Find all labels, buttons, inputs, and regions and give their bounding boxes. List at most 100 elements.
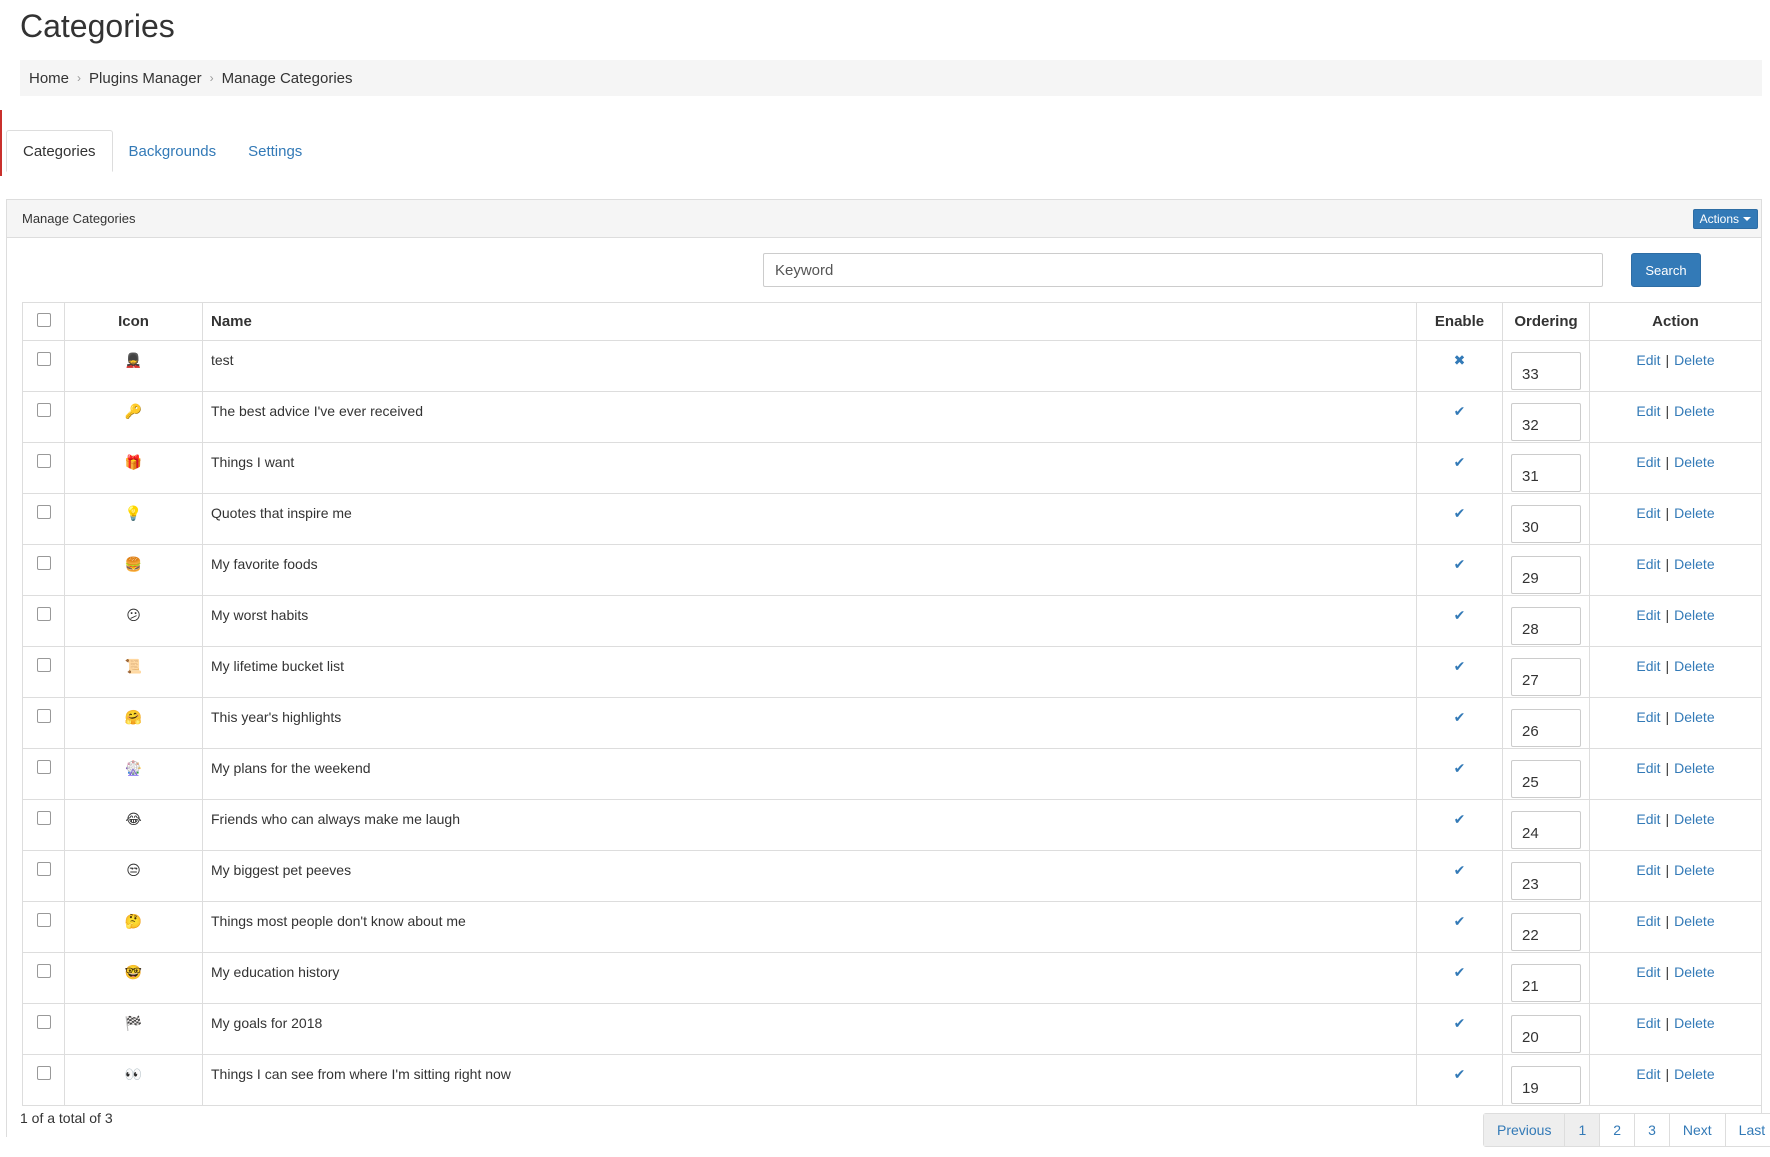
ordering-input[interactable] [1511, 505, 1581, 543]
tab-backgrounds[interactable]: Backgrounds [113, 130, 233, 172]
check-icon[interactable]: ✔ [1454, 658, 1466, 674]
delete-link[interactable]: Delete [1674, 862, 1714, 878]
delete-link[interactable]: Delete [1674, 760, 1714, 776]
ordering-input[interactable] [1511, 454, 1581, 492]
row-icon-cell: 😂 [64, 799, 203, 851]
delete-link[interactable]: Delete [1674, 913, 1714, 929]
row-ordering-cell [1502, 799, 1590, 851]
edit-link[interactable]: Edit [1636, 454, 1660, 470]
edit-link[interactable]: Edit [1636, 352, 1660, 368]
check-icon[interactable]: ✔ [1454, 964, 1466, 980]
delete-link[interactable]: Delete [1674, 709, 1714, 725]
ordering-input[interactable] [1511, 403, 1581, 441]
row-checkbox[interactable] [36, 1015, 51, 1029]
actions-dropdown-button[interactable]: Actions [1692, 208, 1758, 229]
tab-settings[interactable]: Settings [232, 130, 318, 172]
edit-link[interactable]: Edit [1636, 607, 1660, 623]
ordering-input[interactable] [1511, 709, 1581, 747]
check-icon[interactable]: ✔ [1454, 1066, 1466, 1082]
check-icon[interactable]: ✔ [1454, 454, 1466, 470]
edit-link[interactable]: Edit [1636, 1015, 1660, 1031]
row-checkbox[interactable] [36, 607, 51, 621]
check-icon[interactable]: ✔ [1454, 811, 1466, 827]
edit-link[interactable]: Edit [1636, 1066, 1660, 1082]
ordering-input[interactable] [1511, 913, 1581, 951]
check-icon[interactable]: ✔ [1454, 556, 1466, 572]
ordering-input[interactable] [1511, 811, 1581, 849]
pagination-next[interactable]: Next [1669, 1114, 1726, 1146]
search-button[interactable]: Search [1631, 253, 1701, 287]
delete-link[interactable]: Delete [1674, 658, 1714, 674]
row-name: test [202, 340, 1417, 392]
ordering-input[interactable] [1511, 658, 1581, 696]
delete-link[interactable]: Delete [1674, 454, 1714, 470]
row-checkbox[interactable] [36, 658, 51, 672]
check-icon[interactable]: ✔ [1454, 1015, 1466, 1031]
delete-link[interactable]: Delete [1674, 505, 1714, 521]
row-select-cell [22, 391, 65, 443]
check-icon[interactable]: ✔ [1454, 760, 1466, 776]
check-icon[interactable]: ✔ [1454, 505, 1466, 521]
row-enable-cell: ✔ [1416, 850, 1503, 902]
row-ordering-cell [1502, 901, 1590, 953]
breadcrumb-home[interactable]: Home [29, 70, 69, 87]
check-icon[interactable]: ✔ [1454, 403, 1466, 419]
delete-link[interactable]: Delete [1674, 352, 1714, 368]
breadcrumb-plugins-manager[interactable]: Plugins Manager [89, 70, 202, 87]
delete-link[interactable]: Delete [1674, 964, 1714, 980]
row-checkbox[interactable] [36, 913, 51, 927]
pagination-page-3[interactable]: 3 [1635, 1114, 1670, 1146]
row-checkbox[interactable] [36, 709, 51, 723]
edit-link[interactable]: Edit [1636, 811, 1660, 827]
ordering-input[interactable] [1511, 964, 1581, 1002]
delete-link[interactable]: Delete [1674, 403, 1714, 419]
ordering-input[interactable] [1511, 607, 1581, 645]
keyword-search-input[interactable] [763, 253, 1603, 287]
category-icon: 🏁 [124, 1015, 143, 1031]
select-all-checkbox[interactable] [36, 312, 51, 327]
ordering-input[interactable] [1511, 352, 1581, 390]
delete-link[interactable]: Delete [1674, 607, 1714, 623]
check-icon[interactable]: ✔ [1454, 862, 1466, 878]
edit-link[interactable]: Edit [1636, 760, 1660, 776]
edit-link[interactable]: Edit [1636, 964, 1660, 980]
delete-link[interactable]: Delete [1674, 556, 1714, 572]
edit-link[interactable]: Edit [1636, 505, 1660, 521]
row-checkbox[interactable] [36, 505, 51, 519]
delete-link[interactable]: Delete [1674, 1066, 1714, 1082]
edit-link[interactable]: Edit [1636, 658, 1660, 674]
row-ordering-cell [1502, 340, 1590, 392]
ordering-input[interactable] [1511, 1066, 1581, 1104]
delete-link[interactable]: Delete [1674, 811, 1714, 827]
row-checkbox[interactable] [36, 1066, 51, 1080]
pagination-previous[interactable]: Previous [1484, 1114, 1566, 1146]
edit-link[interactable]: Edit [1636, 709, 1660, 725]
table-row: 💡 Quotes that inspire me ✔ Edit |Delete [22, 493, 1762, 545]
edit-link[interactable]: Edit [1636, 556, 1660, 572]
cross-icon[interactable]: ✖ [1454, 352, 1466, 368]
edit-link[interactable]: Edit [1636, 403, 1660, 419]
ordering-input[interactable] [1511, 1015, 1581, 1053]
row-checkbox[interactable] [36, 352, 51, 366]
check-icon[interactable]: ✔ [1454, 913, 1466, 929]
check-icon[interactable]: ✔ [1454, 709, 1466, 725]
row-checkbox[interactable] [36, 556, 51, 570]
check-icon[interactable]: ✔ [1454, 607, 1466, 623]
ordering-input[interactable] [1511, 556, 1581, 594]
table-header-row: Icon Name Enable Ordering Action [22, 302, 1762, 341]
row-checkbox[interactable] [36, 811, 51, 825]
edit-link[interactable]: Edit [1636, 913, 1660, 929]
pagination-page-1[interactable]: 1 [1565, 1114, 1601, 1146]
delete-link[interactable]: Delete [1674, 1015, 1714, 1031]
row-checkbox[interactable] [36, 403, 51, 417]
row-checkbox[interactable] [36, 964, 51, 978]
row-checkbox[interactable] [36, 454, 51, 468]
row-checkbox[interactable] [36, 862, 51, 876]
tab-categories[interactable]: Categories [6, 130, 113, 172]
edit-link[interactable]: Edit [1636, 862, 1660, 878]
pagination-last[interactable]: Last [1725, 1114, 1770, 1146]
ordering-input[interactable] [1511, 862, 1581, 900]
row-checkbox[interactable] [36, 760, 51, 774]
pagination-page-2[interactable]: 2 [1600, 1114, 1636, 1146]
ordering-input[interactable] [1511, 760, 1581, 798]
